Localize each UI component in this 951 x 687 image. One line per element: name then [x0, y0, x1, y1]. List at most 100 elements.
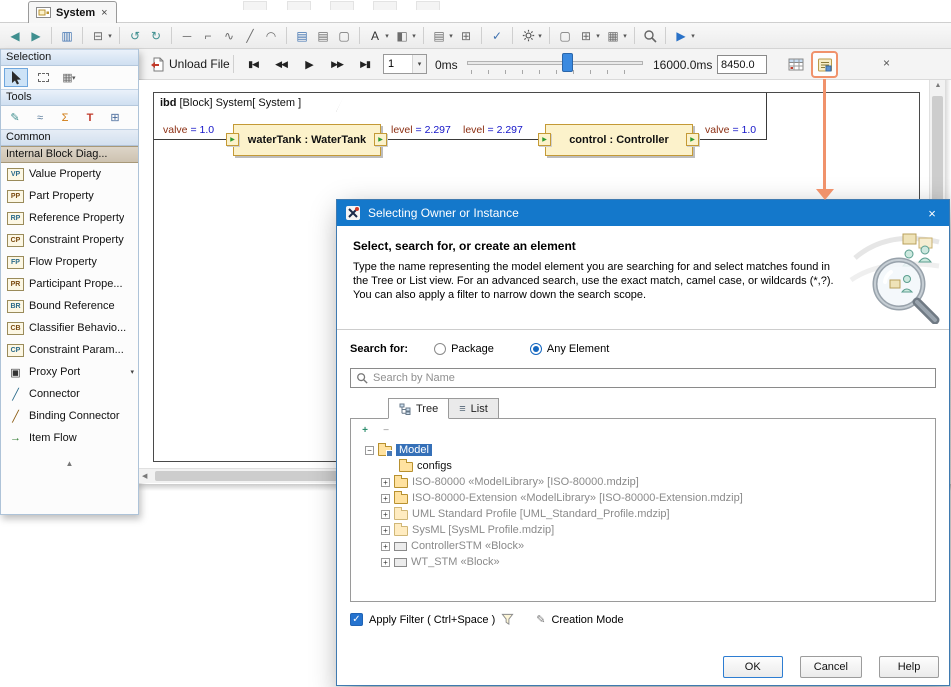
dropdown-caret-icon[interactable]: ▾	[621, 32, 629, 40]
port-watertank-out[interactable]: ▶	[374, 133, 387, 146]
ok-button[interactable]: OK	[723, 656, 783, 678]
scroll-left-icon[interactable]: ◀	[142, 472, 147, 480]
select-caret-icon[interactable]: ▾	[412, 55, 426, 73]
part-control[interactable]: control : Controller	[545, 124, 693, 156]
dialog-title-bar[interactable]: Selecting Owner or Instance ×	[337, 200, 949, 226]
grid-select-button[interactable]: ▦▾	[58, 68, 82, 87]
draw-oblique-icon[interactable]: ╱	[240, 26, 260, 46]
cancel-button[interactable]: Cancel	[800, 656, 862, 678]
radio-any-element-label[interactable]: Any Element	[547, 343, 609, 355]
settings-gear-icon[interactable]	[518, 26, 538, 46]
expand-expander-icon[interactable]: +	[381, 478, 390, 487]
selection-panel-header[interactable]: Selection	[1, 49, 138, 66]
undo-icon[interactable]: ↺	[125, 26, 145, 46]
marquee-select-button[interactable]	[31, 68, 55, 87]
cropped-toolbar-button[interactable]	[330, 1, 354, 10]
palette-item-participant-property[interactable]: PR Participant Prope...	[1, 273, 138, 295]
palette-item-value-property[interactable]: VP Value Property	[1, 163, 138, 185]
palette-item-constraint-property[interactable]: CP Constraint Property	[1, 229, 138, 251]
dropdown-caret-icon[interactable]: ▾	[410, 32, 418, 40]
filter-funnel-icon[interactable]	[501, 613, 514, 626]
creation-mode-icon[interactable]: ✎	[536, 613, 545, 626]
port-watertank-in[interactable]: ▶	[226, 133, 239, 146]
step-to-start-button[interactable]: ▮◀	[241, 54, 265, 74]
tree-item-iso80000-extension[interactable]: + ISO-80000-Extension «ModelLibrary» [IS…	[351, 490, 935, 506]
palette-item-constraint-parameter[interactable]: CP Constraint Param...	[1, 339, 138, 361]
search-box[interactable]	[350, 368, 936, 388]
palette-group-internal-block-diagram[interactable]: Internal Block Diag...	[1, 146, 138, 163]
tab-list[interactable]: ≡ List	[449, 398, 499, 419]
slider-handle[interactable]	[562, 53, 573, 72]
trigger-select[interactable]: 1 ▾	[383, 54, 427, 74]
cropped-toolbar-button[interactable]	[373, 1, 397, 10]
sticky-tool-icon[interactable]: ✎	[4, 109, 26, 127]
dropdown-caret-icon[interactable]: ▾	[536, 32, 544, 40]
expand-expander-icon[interactable]: +	[381, 526, 390, 535]
palette-item-reference-property[interactable]: RP Reference Property	[1, 207, 138, 229]
play-button[interactable]: ▶	[297, 54, 321, 74]
tree-item-sysml-profile[interactable]: + SysML [SysML Profile.mdzip]	[351, 522, 935, 538]
radio-package[interactable]	[434, 343, 446, 355]
fill-color-icon[interactable]: ◧	[392, 26, 412, 46]
sum-tool-icon[interactable]: Σ	[54, 109, 76, 127]
tree-item-iso80000[interactable]: + ISO-80000 «ModelLibrary» [ISO-80000.md…	[351, 474, 935, 490]
draw-line-icon[interactable]: ─	[177, 26, 197, 46]
select-instance-icon[interactable]	[816, 56, 834, 74]
connector-line[interactable]	[699, 139, 767, 140]
palette-group-common[interactable]: Common	[1, 129, 138, 146]
unload-file-button[interactable]: Unload File	[147, 54, 233, 74]
connector-line[interactable]	[154, 139, 227, 140]
part-watertank[interactable]: waterTank : WaterTank	[233, 124, 381, 156]
tree-item-wtstm[interactable]: + WT_STM «Block»	[351, 554, 935, 570]
palette-item-proxy-port[interactable]: ▣ Proxy Port ▾	[1, 361, 138, 383]
search-input[interactable]	[373, 372, 930, 384]
simulation-close-icon[interactable]: ×	[883, 56, 890, 70]
report-icon[interactable]: ▢	[555, 26, 575, 46]
redo-icon[interactable]: ↻	[146, 26, 166, 46]
paste-icon[interactable]: ▤	[313, 26, 333, 46]
paste-style-icon[interactable]: ▤	[429, 26, 449, 46]
pointer-tool-button[interactable]	[4, 68, 28, 87]
radio-any-element[interactable]	[530, 343, 542, 355]
containment-panel-icon[interactable]: ▥	[57, 26, 77, 46]
grid-options-icon[interactable]: ⊞	[576, 26, 596, 46]
tree-item-controllerstm[interactable]: + ControllerSTM «Block»	[351, 538, 935, 554]
tree-item-uml-standard-profile[interactable]: + UML Standard Profile [UML_Standard_Pro…	[351, 506, 935, 522]
fast-forward-button[interactable]: ▶▶	[325, 54, 349, 74]
tab-system-diagram[interactable]: System ×	[28, 1, 117, 23]
connector-line[interactable]	[387, 139, 538, 140]
table-options-icon[interactable]: ▦	[603, 26, 623, 46]
rewind-button[interactable]: ◀◀	[269, 54, 293, 74]
connector-line[interactable]	[766, 93, 767, 140]
palette-item-bound-reference[interactable]: BR Bound Reference	[1, 295, 138, 317]
palette-item-binding-connector[interactable]: ╱ Binding Connector	[1, 405, 138, 427]
tools-panel-header[interactable]: Tools	[1, 89, 138, 106]
tree-item-configs[interactable]: configs	[351, 458, 935, 474]
current-time-input[interactable]	[717, 55, 767, 74]
frame-header[interactable]: ibd [Block] System[ System ]	[154, 93, 346, 112]
draw-arc-icon[interactable]: ◠	[261, 26, 281, 46]
help-button[interactable]: Help	[879, 656, 939, 678]
dropdown-caret-icon[interactable]: ▾	[383, 32, 391, 40]
scroll-up-icon[interactable]: ▲	[930, 82, 946, 89]
text-tool-icon[interactable]: T	[79, 109, 101, 127]
apply-filter-label[interactable]: Apply Filter ( Ctrl+Space )	[369, 614, 495, 626]
palette-item-flow-property[interactable]: FP Flow Property	[1, 251, 138, 273]
expand-expander-icon[interactable]: +	[381, 558, 390, 567]
validate-icon[interactable]: ✓	[487, 26, 507, 46]
palette-item-connector[interactable]: ╱ Connector	[1, 383, 138, 405]
palette-scroll-up-button[interactable]: ▲	[1, 455, 138, 471]
radio-package-label[interactable]: Package	[451, 343, 494, 355]
tree-item-model[interactable]: − Model	[351, 442, 935, 458]
port-control-in[interactable]: ▶	[538, 133, 551, 146]
dropdown-caret-icon[interactable]: ▾	[447, 32, 455, 40]
navigate-back-icon[interactable]: ◀	[5, 26, 25, 46]
tab-close-icon[interactable]: ×	[100, 7, 108, 19]
expand-expander-icon[interactable]: +	[381, 542, 390, 551]
palette-item-item-flow[interactable]: → Item Flow	[1, 427, 138, 449]
expand-all-icon[interactable]: +	[358, 423, 372, 437]
dropdown-caret-icon[interactable]: ▾	[106, 32, 114, 40]
run-simulation-icon[interactable]: ▶	[671, 26, 691, 46]
new-document-icon[interactable]: ▢	[334, 26, 354, 46]
export-table-icon[interactable]	[787, 55, 805, 73]
